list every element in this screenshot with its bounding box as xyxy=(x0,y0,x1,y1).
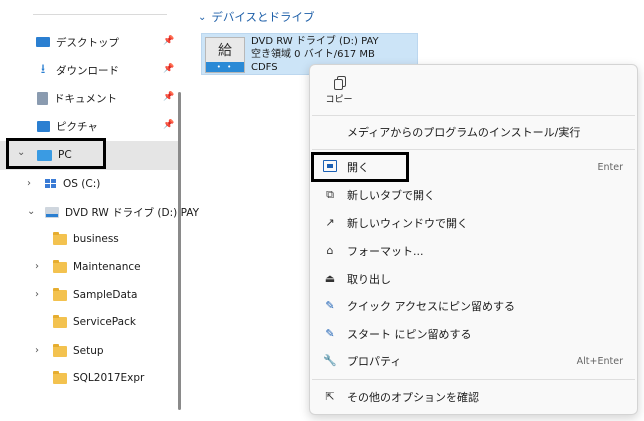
folder-icon xyxy=(53,287,67,301)
folder-icon xyxy=(53,231,67,245)
folder-icon xyxy=(53,259,67,273)
menu-item-label: フォーマット... xyxy=(347,245,424,258)
nav-item-label: SampleData xyxy=(73,289,138,301)
pin-icon: 📌 xyxy=(163,64,175,74)
folder-icon xyxy=(53,370,67,384)
chevron-right-icon[interactable]: › xyxy=(35,345,39,356)
copy-icon xyxy=(334,76,346,90)
nav-folder-maintenance[interactable]: Maintenance xyxy=(53,256,141,278)
menu-item-shortcut: Enter xyxy=(597,161,624,173)
nav-item-label: business xyxy=(73,233,119,245)
menu-item-label: クイック アクセスにピン留めする xyxy=(347,300,515,313)
menu-item-label: 取り出し xyxy=(347,273,391,286)
annotation-highlight-open xyxy=(311,152,409,182)
drive-space: 空き領域 0 バイト/617 MB xyxy=(251,49,375,60)
menu-item-eject[interactable]: ⏏ 取り出し xyxy=(310,266,637,292)
nav-folder-setup[interactable]: Setup xyxy=(53,340,104,362)
folder-icon xyxy=(53,343,67,357)
section-header-devices[interactable]: ⌄ デバイスとドライブ xyxy=(198,9,315,25)
menu-item-open-new-window[interactable]: ↗ 新しいウィンドウで開く xyxy=(310,210,637,236)
drive-icon-label: 給 xyxy=(218,43,232,59)
dvd-drive-icon: 給 • • xyxy=(205,37,245,73)
annotation-highlight-pc xyxy=(6,138,106,169)
eject-icon: ⏏ xyxy=(324,272,336,285)
navigation-pane: デスクトップ 📌 ⭳ ダウンロード 📌 ドキュメント 📌 ピクチャ 📌 ⌄ PC… xyxy=(0,0,199,421)
nav-item-label: ダウンロード xyxy=(56,64,119,77)
menu-item-label: 新しいタブで開く xyxy=(347,189,435,202)
new-tab-icon: ⧉ xyxy=(326,188,334,201)
desktop-icon xyxy=(36,37,50,47)
wrench-icon: 🔧 xyxy=(323,354,337,367)
documents-icon xyxy=(37,91,48,105)
nav-item-label: ServicePack xyxy=(73,316,136,328)
copy-label: コピー xyxy=(325,95,353,105)
section-title: デバイスとドライブ xyxy=(211,10,315,24)
nav-folder-sampledata[interactable]: SampleData xyxy=(53,284,137,306)
more-options-icon: ⇱ xyxy=(325,390,335,403)
nav-item-label: SQL2017Expr xyxy=(73,372,145,384)
pin-icon: 📌 xyxy=(163,36,175,46)
nav-item-label: ドキュメント xyxy=(54,92,117,105)
menu-item-format[interactable]: ⌂ フォーマット... xyxy=(310,238,637,264)
nav-scrollbar[interactable] xyxy=(178,92,181,410)
nav-item-pictures[interactable]: ピクチャ xyxy=(37,115,98,137)
nav-folder-servicepack[interactable]: ServicePack xyxy=(53,311,136,333)
nav-item-os-drive[interactable]: OS (C:) xyxy=(45,173,100,195)
pictures-icon xyxy=(37,120,50,132)
nav-item-label: デスクトップ xyxy=(56,36,119,49)
menu-divider xyxy=(312,379,635,380)
menu-item-label: その他のオプションを確認 xyxy=(347,391,479,404)
pin-icon: ✎ xyxy=(325,327,335,340)
download-icon: ⭳ xyxy=(40,62,46,77)
chevron-right-icon[interactable]: › xyxy=(35,289,39,300)
menu-item-shortcut: Alt+Enter xyxy=(576,355,623,367)
format-icon: ⌂ xyxy=(326,244,334,257)
menu-item-label: メディアからのプログラムのインストール/実行 xyxy=(347,126,581,139)
new-window-icon: ↗ xyxy=(325,216,335,229)
menu-item-pin-quick-access[interactable]: ✎ クイック アクセスにピン留めする xyxy=(310,293,637,319)
nav-folder-sql2017expr[interactable]: SQL2017Expr xyxy=(53,367,144,389)
menu-item-install-from-media[interactable]: メディアからのプログラムのインストール/実行 xyxy=(310,119,637,145)
nav-item-label: ピクチャ xyxy=(56,120,98,133)
menu-item-label: プロパティ xyxy=(347,355,402,368)
menu-item-properties[interactable]: 🔧 プロパティ Alt+Enter xyxy=(310,348,637,374)
menu-item-open-new-tab[interactable]: ⧉ 新しいタブで開く xyxy=(310,182,637,208)
nav-divider xyxy=(33,14,167,15)
chevron-down-icon: ⌄ xyxy=(198,11,207,23)
drive-icon-strip: • • xyxy=(206,62,244,72)
pin-icon: 📌 xyxy=(163,92,175,102)
chevron-right-icon[interactable]: › xyxy=(35,261,39,272)
windows-drive-icon xyxy=(45,179,57,189)
dvd-drive-icon xyxy=(45,206,59,218)
menu-item-more-options[interactable]: ⇱ その他のオプションを確認 xyxy=(310,384,637,410)
nav-item-label: OS (C:) xyxy=(63,178,101,190)
pin-icon: 📌 xyxy=(163,120,175,130)
copy-button[interactable]: コピー xyxy=(324,71,354,109)
nav-item-label: Maintenance xyxy=(73,261,141,273)
menu-divider xyxy=(312,149,635,150)
chevron-right-icon[interactable]: › xyxy=(27,178,31,189)
chevron-down-icon[interactable]: ⌄ xyxy=(27,206,35,217)
nav-item-downloads[interactable]: ⭳ ダウンロード xyxy=(36,59,119,81)
context-menu: コピー メディアからのプログラムのインストール/実行 開く Enter ⧉ 新し… xyxy=(309,64,638,415)
nav-item-desktop[interactable]: デスクトップ xyxy=(36,31,119,53)
menu-divider xyxy=(312,115,635,116)
nav-item-dvd-drive[interactable]: DVD RW ドライブ (D:) PAY xyxy=(45,201,199,223)
drive-name: DVD RW ドライブ (D:) PAY xyxy=(251,36,379,47)
menu-item-label: 新しいウィンドウで開く xyxy=(347,217,468,230)
nav-item-documents[interactable]: ドキュメント xyxy=(37,87,117,109)
folder-icon xyxy=(53,314,67,328)
nav-item-label: Setup xyxy=(73,345,104,357)
menu-item-label: スタート にピン留めする xyxy=(347,328,472,341)
menu-item-pin-start[interactable]: ✎ スタート にピン留めする xyxy=(310,321,637,347)
nav-folder-business[interactable]: business xyxy=(53,228,119,250)
pin-icon: ✎ xyxy=(325,299,335,312)
